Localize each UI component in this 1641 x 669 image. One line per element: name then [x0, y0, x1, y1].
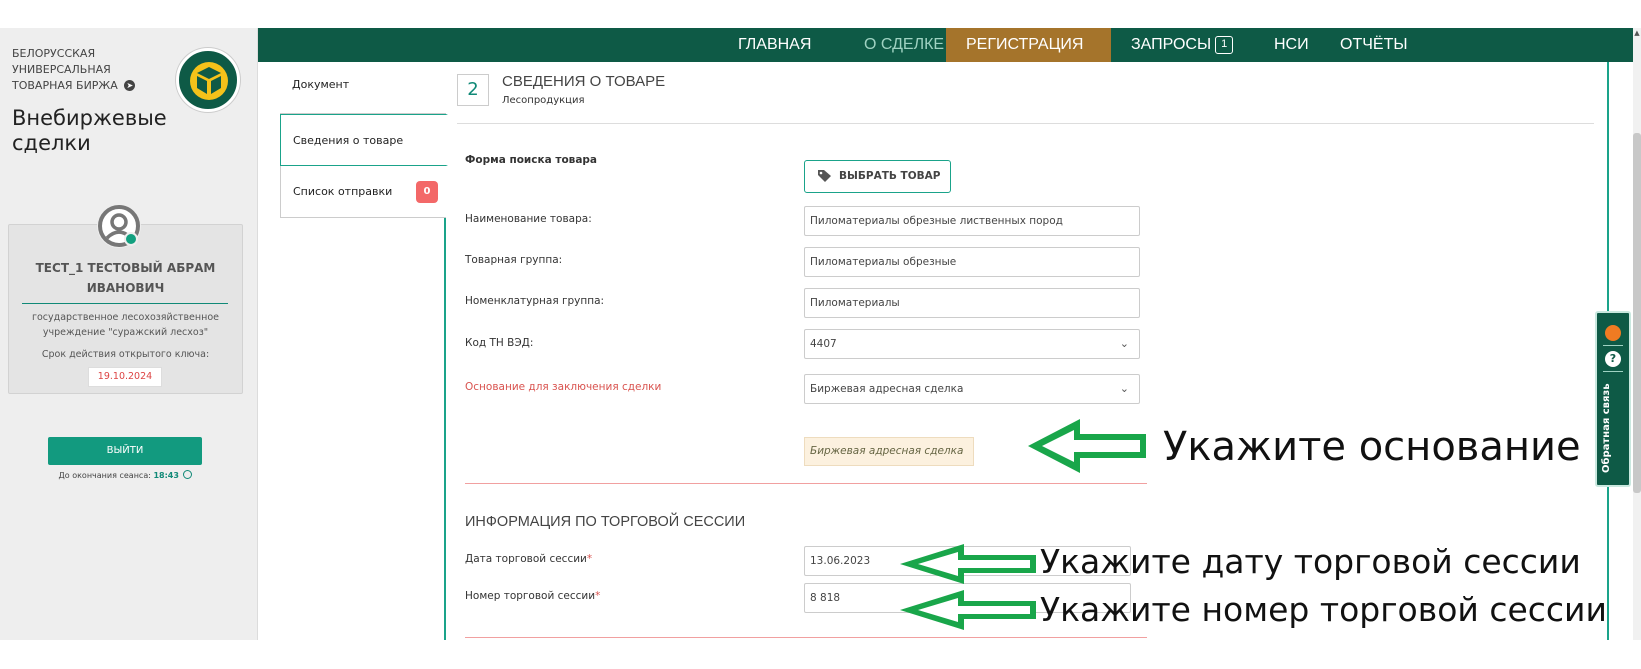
app-title: Внебиржевые сделки [12, 106, 167, 155]
user-divider [22, 303, 228, 304]
annotation-basis: Укажите основание [1163, 424, 1581, 470]
form-tabs: Документ Сведения о товаре Список отправ… [280, 62, 448, 640]
section-title: СВЕДЕНИЯ О ТОВАРЕ [502, 73, 666, 90]
trade-number-label-text: Номер торговой сессии [465, 590, 596, 602]
shipment-count-badge: 0 [416, 181, 438, 203]
section-divider-red [465, 637, 1147, 638]
chevron-down-icon[interactable]: ⌄ [1120, 330, 1129, 358]
session-timer-label: До окончания сеанса: [58, 471, 151, 480]
deal-basis-label: Основание для заключения сделки [465, 381, 662, 393]
trade-number-label: Номер торговой сессии* [465, 590, 600, 602]
scroll-thumb[interactable] [1633, 133, 1641, 493]
goods-name-label: Наименование товара: [465, 213, 592, 225]
deal-basis-value[interactable]: Биржевая адресная сделка [810, 383, 963, 395]
annotation-arrow-icon [900, 590, 1036, 630]
session-timer-value: 18:43 [153, 471, 179, 480]
section-divider-red [465, 483, 1147, 484]
tnved-code-label: Код ТН ВЭД: [465, 337, 534, 349]
section-divider [457, 123, 1594, 124]
sidebar: БЕЛОРУССКАЯ УНИВЕРСАЛЬНАЯ ТОВАРНАЯ БИРЖА… [0, 28, 258, 640]
feedback-divider [1603, 345, 1623, 346]
tag-icon [818, 170, 831, 182]
logout-button[interactable]: ВЫЙТИ [48, 437, 202, 465]
goods-group-label: Товарная группа: [465, 254, 563, 266]
goods-name-field[interactable]: Пиломатериалы обрезные лиственных пород [804, 206, 1140, 236]
org-name-text[interactable]: БЕЛОРУССКАЯ УНИВЕРСАЛЬНАЯ ТОВАРНАЯ БИРЖА [12, 47, 118, 92]
clock-icon [183, 470, 193, 479]
nav-main[interactable]: ГЛАВНАЯ [718, 28, 831, 62]
requests-count-badge: 1 [1215, 36, 1234, 54]
tab-shipment-list[interactable]: Список отправки 0 [280, 166, 446, 218]
search-form-label: Форма поиска товара [465, 154, 598, 166]
top-navigation: ГЛАВНАЯ О СДЕЛКЕ РЕГИСТРАЦИЯ ЗАПРОСЫ 1 НС… [258, 28, 1633, 62]
deal-basis-select[interactable]: Биржевая адресная сделка ⌄ [804, 374, 1140, 404]
nav-reports[interactable]: ОТЧЁТЫ [1320, 28, 1428, 62]
nomenclature-group-label: Номенклатурная группа: [465, 295, 605, 307]
tab-shipment-label[interactable]: Список отправки [293, 185, 392, 198]
nav-registration[interactable]: РЕГИСТРАЦИЯ [946, 28, 1111, 62]
logo-emblem-icon [190, 62, 228, 100]
gift-icon[interactable] [1605, 325, 1621, 341]
trade-date-label-text: Дата торговой сессии [465, 553, 587, 565]
feedback-label[interactable]: Обратная связь [1601, 383, 1612, 473]
key-expiry-date: 19.10.2024 [88, 367, 162, 387]
tab-document[interactable]: Документ [280, 62, 446, 114]
org-name[interactable]: БЕЛОРУССКАЯ УНИВЕРСАЛЬНАЯ ТОВАРНАЯ БИРЖА… [12, 46, 172, 94]
annotation-date: Укажите дату торговой сессии [1040, 542, 1581, 581]
tab-goods-info[interactable]: Сведения о товаре [280, 114, 448, 166]
trade-date-label: Дата торговой сессии* [465, 553, 592, 565]
section-subtitle: Лесопродукция [502, 95, 585, 106]
nav-requests-label[interactable]: ЗАПРОСЫ [1131, 36, 1211, 53]
tnved-code-select[interactable]: 4407 ⌄ [804, 329, 1140, 359]
goods-group-field[interactable]: Пиломатериалы обрезные [804, 247, 1140, 277]
scrollbar[interactable]: ▲ [1633, 28, 1641, 640]
annotation-arrow-icon [900, 544, 1036, 584]
user-organization: государственное лесохозяйственное учрежд… [32, 312, 219, 338]
deal-basis-hint: Биржевая адресная сделка [804, 437, 974, 466]
arrow-right-icon[interactable]: ➤ [124, 80, 136, 91]
scroll-up-icon[interactable]: ▲ [1633, 28, 1641, 38]
required-mark: * [586, 553, 593, 565]
key-expiry-label: Срок действия открытого ключа: [41, 349, 210, 360]
user-avatar-icon [97, 204, 141, 248]
nav-requests[interactable]: ЗАПРОСЫ 1 [1111, 28, 1253, 62]
choose-goods-button[interactable]: ВЫБРАТЬ ТОВАР [804, 160, 951, 193]
user-name: ТЕСТ_1 ТЕСТОВЫЙ АБРАМ ИВАНОВИЧ [35, 261, 216, 295]
required-mark: * [595, 590, 601, 602]
feedback-divider [1603, 371, 1623, 372]
nav-nsi[interactable]: НСИ [1254, 28, 1329, 62]
choose-goods-label[interactable]: ВЫБРАТЬ ТОВАР [839, 170, 940, 182]
feedback-widget[interactable]: ? Обратная связь [1595, 311, 1631, 487]
help-icon[interactable]: ? [1605, 351, 1621, 367]
tnved-code-value[interactable]: 4407 [810, 338, 837, 350]
step-number: 2 [457, 74, 489, 106]
annotation-arrow-icon [1028, 419, 1146, 473]
nomenclature-group-field[interactable]: Пиломатериалы [804, 288, 1140, 318]
annotation-number: Укажите номер торговой сессии [1040, 590, 1607, 629]
exchange-logo [176, 48, 240, 112]
session-timer: До окончания сеанса: 18:43 [8, 470, 243, 480]
trade-session-title: ИНФОРМАЦИЯ ПО ТОРГОВОЙ СЕССИИ [465, 514, 746, 530]
chevron-down-icon[interactable]: ⌄ [1120, 375, 1129, 403]
